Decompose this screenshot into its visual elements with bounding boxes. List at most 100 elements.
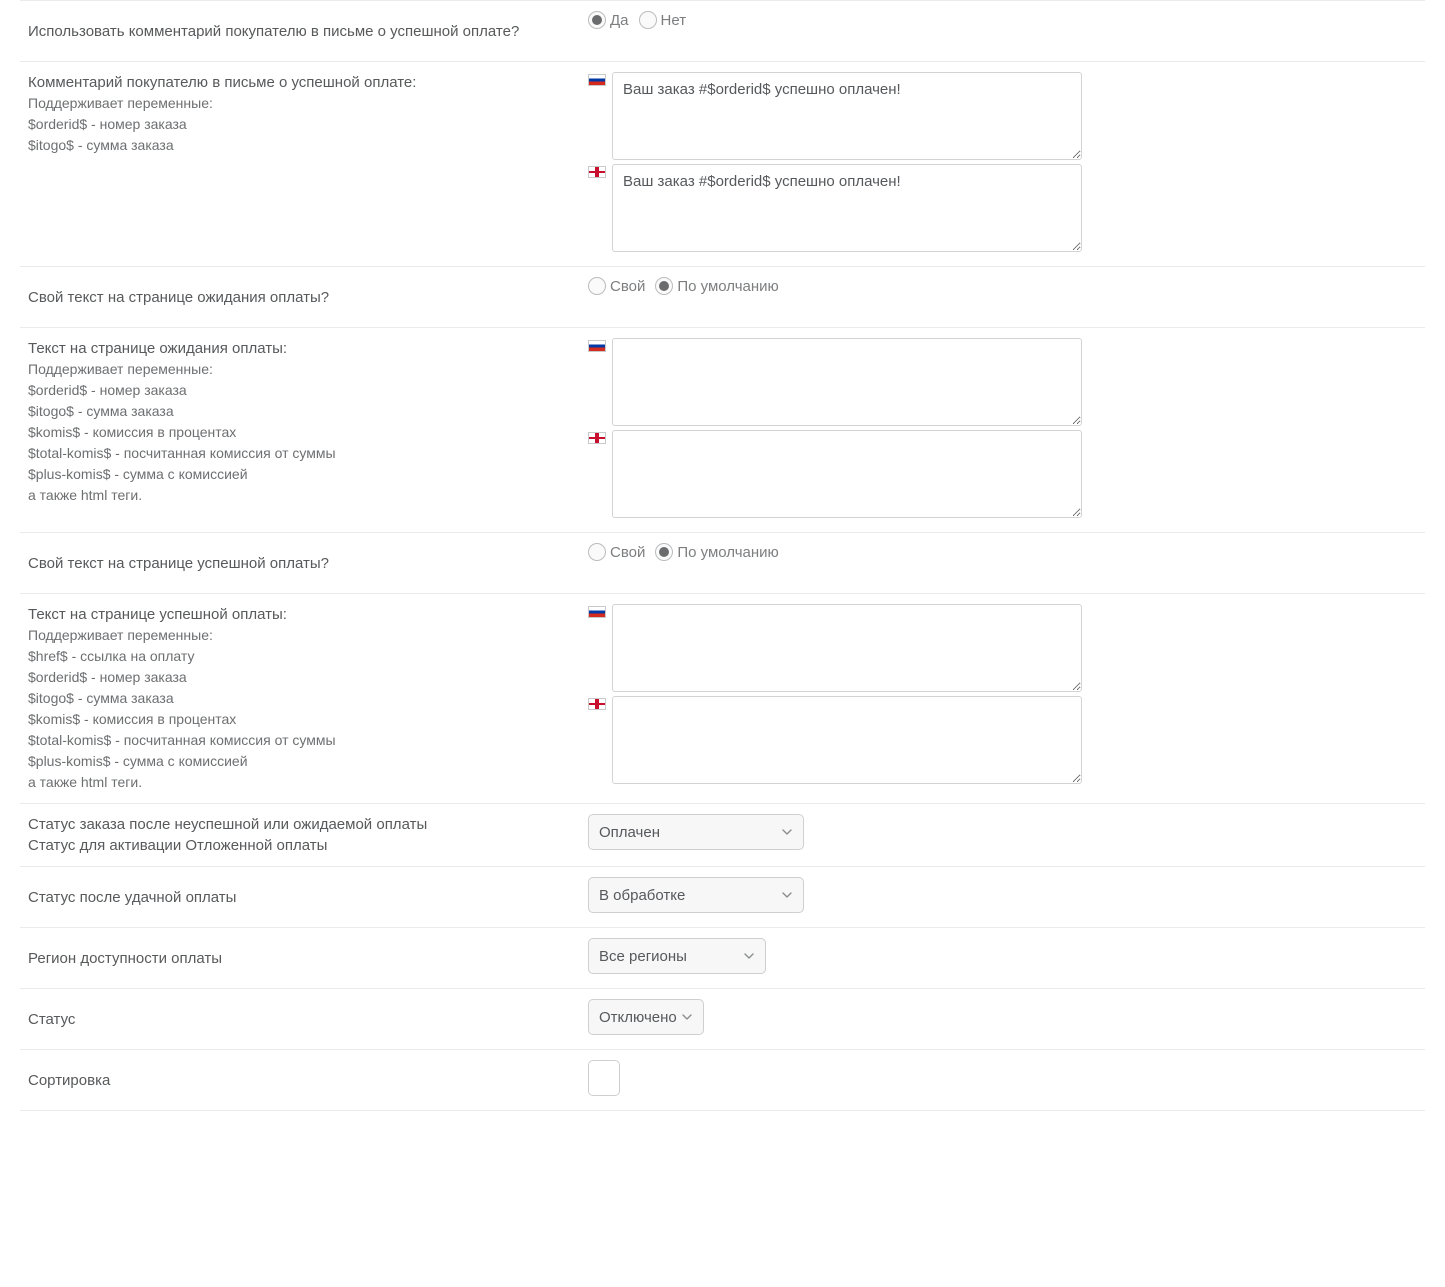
label-own-success-text: Свой текст на странице успешной оплаты? [28, 543, 588, 583]
input-status-fail: Оплачен [588, 814, 1417, 850]
flag-en-icon [588, 432, 606, 444]
lang-row-ru [588, 604, 1417, 692]
radio-default-label: По умолчанию [677, 544, 778, 561]
textarea-wait-en[interactable] [612, 430, 1082, 518]
select-value: В обработке [599, 887, 685, 904]
flag-en-icon [588, 166, 606, 178]
textarea-success-ru[interactable] [612, 604, 1082, 692]
label-status-success: Статус после удачной оплаты [28, 877, 588, 917]
select-value: Оплачен [599, 824, 660, 841]
label-own-wait-text: Свой текст на странице ожидания оплаты? [28, 277, 588, 317]
input-wait-text [588, 338, 1417, 522]
row-sort: Сортировка [20, 1050, 1425, 1111]
radio-group-use-comment: Да Нет [588, 11, 1417, 29]
label-sub: $orderid$ - номер заказа [28, 667, 578, 688]
label-text: Сортировка [28, 1070, 110, 1091]
select-status-fail[interactable]: Оплачен [588, 814, 804, 850]
flag-ru-icon [588, 74, 606, 86]
input-own-success-text: Свой По умолчанию [588, 543, 1417, 561]
label-sub: Поддерживает переменные: [28, 359, 578, 380]
input-use-comment: Да Нет [588, 11, 1417, 29]
select-value: Отключено [599, 1009, 677, 1026]
select-status-success[interactable]: В обработке [588, 877, 804, 913]
label-sub: Поддерживает переменные: [28, 625, 578, 646]
input-sort-field[interactable] [588, 1060, 620, 1096]
label-comment-text: Комментарий покупателю в письме о успешн… [28, 72, 588, 156]
flag-en-icon [588, 698, 606, 710]
label-success-text: Текст на странице успешной оплаты: Подде… [28, 604, 588, 793]
label-text: Использовать комментарий покупателю в пи… [28, 21, 519, 42]
select-region[interactable]: Все регионы [588, 938, 766, 974]
label-sub: Поддерживает переменные: [28, 93, 578, 114]
label-wait-text: Текст на странице ожидания оплаты: Подде… [28, 338, 588, 506]
radio-group-own-success: Свой По умолчанию [588, 543, 1417, 561]
lang-row-ru [588, 72, 1417, 160]
row-use-comment: Использовать комментарий покупателю в пи… [20, 0, 1425, 62]
label-sub: $komis$ - комиссия в процентах [28, 422, 578, 443]
chevron-down-icon [781, 889, 793, 901]
radio-yes[interactable] [588, 11, 606, 29]
label-sub: $itogo$ - сумма заказа [28, 688, 578, 709]
input-region: Все регионы [588, 938, 1417, 974]
lang-row-en [588, 430, 1417, 518]
label-sub: $orderid$ - номер заказа [28, 380, 578, 401]
label-sub: $orderid$ - номер заказа [28, 114, 578, 135]
row-own-wait-text: Свой текст на странице ожидания оплаты? … [20, 267, 1425, 328]
radio-default[interactable] [655, 543, 673, 561]
lang-row-ru [588, 338, 1417, 426]
radio-no[interactable] [639, 11, 657, 29]
label-text: Регион доступности оплаты [28, 948, 222, 969]
radio-own-label: Свой [610, 278, 645, 295]
label-text: Свой текст на странице ожидания оплаты? [28, 287, 329, 308]
flag-ru-icon [588, 606, 606, 618]
chevron-down-icon [781, 826, 793, 838]
chevron-down-icon [743, 950, 755, 962]
label-text-1: Статус заказа после неуспешной или ожида… [28, 814, 578, 835]
row-comment-text: Комментарий покупателю в письме о успешн… [20, 62, 1425, 267]
radio-own[interactable] [588, 277, 606, 295]
input-status: Отключено [588, 999, 1417, 1035]
textarea-wait-ru[interactable] [612, 338, 1082, 426]
input-comment-text [588, 72, 1417, 256]
label-text: Текст на странице успешной оплаты: [28, 604, 578, 625]
label-sort: Сортировка [28, 1060, 588, 1100]
lang-row-en [588, 164, 1417, 252]
label-sub: $itogo$ - сумма заказа [28, 135, 578, 156]
row-wait-text: Текст на странице ожидания оплаты: Подде… [20, 328, 1425, 533]
radio-own[interactable] [588, 543, 606, 561]
textarea-comment-en[interactable] [612, 164, 1082, 252]
label-use-comment: Использовать комментарий покупателю в пи… [28, 11, 588, 51]
label-region: Регион доступности оплаты [28, 938, 588, 978]
radio-yes-label: Да [610, 12, 629, 29]
input-status-success: В обработке [588, 877, 1417, 913]
select-value: Все регионы [599, 948, 687, 965]
row-success-text: Текст на странице успешной оплаты: Подде… [20, 594, 1425, 804]
label-sub: а также html теги. [28, 485, 578, 506]
flag-ru-icon [588, 340, 606, 352]
lang-row-en [588, 696, 1417, 784]
select-status[interactable]: Отключено [588, 999, 704, 1035]
label-status-fail: Статус заказа после неуспешной или ожида… [28, 814, 588, 856]
label-sub: $plus-komis$ - сумма с комиссией [28, 464, 578, 485]
label-text: Комментарий покупателю в письме о успешн… [28, 72, 578, 93]
textarea-success-en[interactable] [612, 696, 1082, 784]
row-region: Регион доступности оплаты Все регионы [20, 928, 1425, 989]
label-text: Свой текст на странице успешной оплаты? [28, 553, 329, 574]
row-status: Статус Отключено [20, 989, 1425, 1050]
radio-own-label: Свой [610, 544, 645, 561]
label-text-2: Статус для активации Отложенной оплаты [28, 835, 578, 856]
input-sort [588, 1060, 1417, 1096]
label-sub: $itogo$ - сумма заказа [28, 401, 578, 422]
chevron-down-icon [681, 1011, 693, 1023]
radio-no-label: Нет [661, 12, 687, 29]
label-sub: $komis$ - комиссия в процентах [28, 709, 578, 730]
label-sub: $total-komis$ - посчитанная комиссия от … [28, 730, 578, 751]
label-sub: $total-komis$ - посчитанная комиссия от … [28, 443, 578, 464]
radio-default-label: По умолчанию [677, 278, 778, 295]
label-text: Текст на странице ожидания оплаты: [28, 338, 578, 359]
radio-default[interactable] [655, 277, 673, 295]
textarea-comment-ru[interactable] [612, 72, 1082, 160]
label-sub: а также html теги. [28, 772, 578, 793]
row-status-success: Статус после удачной оплаты В обработке [20, 867, 1425, 928]
label-sub: $href$ - ссылка на оплату [28, 646, 578, 667]
